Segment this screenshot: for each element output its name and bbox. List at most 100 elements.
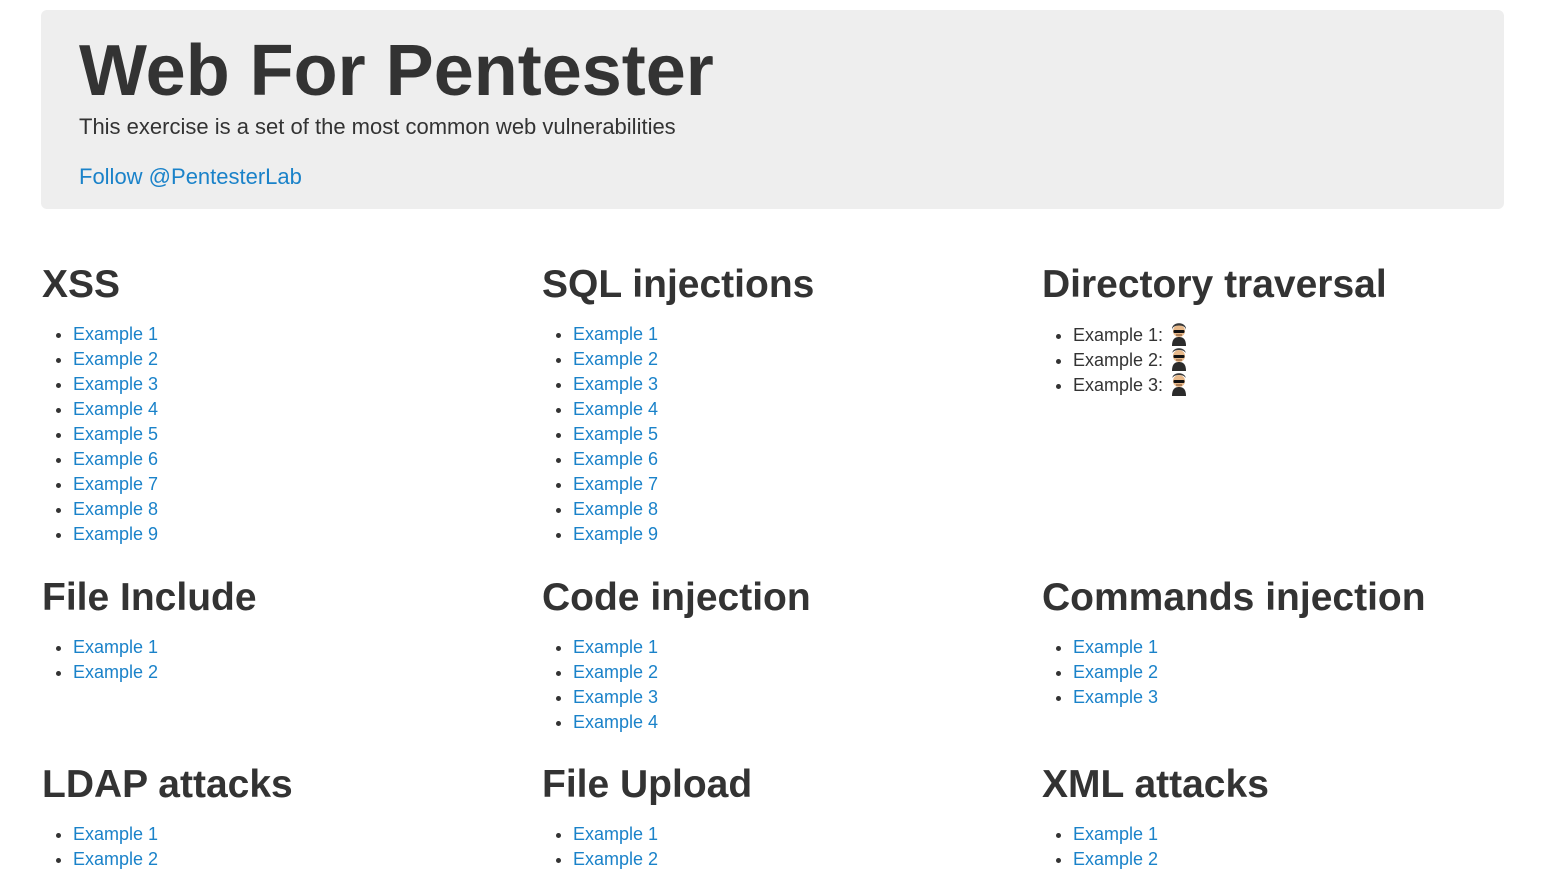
section-title: XML attacks — [1042, 763, 1269, 806]
example-list: Example 1 Example 2 — [1042, 822, 1502, 872]
list-item: Example 2 — [573, 660, 1002, 685]
sqli-example-5-link[interactable]: Example 5 — [573, 424, 658, 444]
hacker-icon — [1172, 323, 1187, 346]
section-ldap-attacks: LDAP attacks Example 1 Example 2 — [42, 762, 502, 872]
xss-example-1-link[interactable]: Example 1 — [73, 324, 158, 344]
xss-example-8-link[interactable]: Example 8 — [73, 499, 158, 519]
codeinj-example-3-link[interactable]: Example 3 — [573, 687, 658, 707]
cmdinj-example-1-link[interactable]: Example 1 — [1073, 637, 1158, 657]
page-subtitle: This exercise is a set of the most commo… — [79, 114, 676, 139]
list-item: Example 4 — [73, 397, 502, 422]
upload-example-1-link[interactable]: Example 1 — [573, 824, 658, 844]
traversal-example-2-label: Example 2: — [1073, 350, 1164, 370]
list-item: Example 2 — [73, 347, 502, 372]
example-list: Example 1 Example 2 Example 3 Example 4 — [542, 635, 1002, 735]
page-title: Web For Pentester — [79, 31, 714, 111]
xss-example-5-link[interactable]: Example 5 — [73, 424, 158, 444]
list-item: Example 3 — [573, 685, 1002, 710]
list-item: Example 1 — [1073, 822, 1502, 847]
section-title: Directory traversal — [1042, 263, 1387, 306]
list-item: Example 7 — [573, 472, 1002, 497]
upload-example-2-link[interactable]: Example 2 — [573, 849, 658, 869]
hacker-icon — [1172, 373, 1187, 396]
list-item: Example 8 — [573, 497, 1002, 522]
sqli-example-7-link[interactable]: Example 7 — [573, 474, 658, 494]
example-list: Example 1 Example 2 — [42, 822, 502, 872]
example-list: Example 1 Example 2 Example 3 Example 4 … — [42, 322, 502, 547]
xss-example-3-link[interactable]: Example 3 — [73, 374, 158, 394]
xss-example-2-link[interactable]: Example 2 — [73, 349, 158, 369]
list-item: Example 3 — [73, 372, 502, 397]
list-item: Example 3 — [573, 372, 1002, 397]
section-commands-injection: Commands injection Example 1 Example 2 E… — [1042, 575, 1502, 710]
sqli-example-2-link[interactable]: Example 2 — [573, 349, 658, 369]
list-item: Example 3: — [1073, 372, 1502, 397]
example-list: Example 1 Example 2 — [42, 635, 502, 685]
list-item: Example 2 — [573, 347, 1002, 372]
section-file-upload: File Upload Example 1 Example 2 — [542, 762, 1002, 872]
section-code-injection: Code injection Example 1 Example 2 Examp… — [542, 575, 1002, 735]
list-item: Example 1 — [73, 635, 502, 660]
list-item: Example 1 — [573, 635, 1002, 660]
list-item: Example 2 — [573, 847, 1002, 872]
example-list: Example 1 Example 2 Example 3 Example 4 … — [542, 322, 1002, 547]
example-list: Example 1 Example 2 — [542, 822, 1002, 872]
list-item: Example 4 — [573, 710, 1002, 735]
sqli-example-9-link[interactable]: Example 9 — [573, 524, 658, 544]
section-title: SQL injections — [542, 263, 815, 306]
list-item: Example 6 — [73, 447, 502, 472]
section-title: LDAP attacks — [42, 763, 293, 806]
sqli-example-6-link[interactable]: Example 6 — [573, 449, 658, 469]
ldap-example-1-link[interactable]: Example 1 — [73, 824, 158, 844]
list-item: Example 9 — [73, 522, 502, 547]
fileinclude-example-2-link[interactable]: Example 2 — [73, 662, 158, 682]
list-item: Example 2 — [1073, 660, 1502, 685]
xss-example-4-link[interactable]: Example 4 — [73, 399, 158, 419]
list-item: Example 8 — [73, 497, 502, 522]
section-xss: XSS Example 1 Example 2 Example 3 Exampl… — [42, 262, 502, 547]
section-file-include: File Include Example 1 Example 2 — [42, 575, 502, 685]
section-title: File Upload — [542, 763, 753, 806]
section-title: Commands injection — [1042, 576, 1426, 619]
section-title: File Include — [42, 576, 257, 619]
list-item: Example 5 — [73, 422, 502, 447]
list-item: Example 1 — [573, 322, 1002, 347]
codeinj-example-2-link[interactable]: Example 2 — [573, 662, 658, 682]
sqli-example-1-link[interactable]: Example 1 — [573, 324, 658, 344]
list-item: Example 1 — [573, 822, 1002, 847]
cmdinj-example-2-link[interactable]: Example 2 — [1073, 662, 1158, 682]
xml-example-2-link[interactable]: Example 2 — [1073, 849, 1158, 869]
traversal-example-1-label: Example 1: — [1073, 325, 1164, 345]
xml-example-1-link[interactable]: Example 1 — [1073, 824, 1158, 844]
list-item: Example 2 — [1073, 847, 1502, 872]
hero-banner: Web For Pentester This exercise is a set… — [41, 10, 1504, 209]
list-item: Example 1: — [1073, 322, 1502, 347]
list-item: Example 2 — [73, 847, 502, 872]
list-item: Example 1 — [73, 322, 502, 347]
codeinj-example-1-link[interactable]: Example 1 — [573, 637, 658, 657]
sqli-example-3-link[interactable]: Example 3 — [573, 374, 658, 394]
sqli-example-8-link[interactable]: Example 8 — [573, 499, 658, 519]
example-list: Example 1: Example 2: Example 3: — [1042, 322, 1502, 397]
sqli-example-4-link[interactable]: Example 4 — [573, 399, 658, 419]
example-list: Example 1 Example 2 Example 3 — [1042, 635, 1502, 710]
section-directory-traversal: Directory traversal Example 1: Example 2… — [1042, 262, 1502, 397]
hacker-icon — [1172, 348, 1187, 371]
traversal-example-3-label: Example 3: — [1073, 375, 1164, 395]
list-item: Example 2: — [1073, 347, 1502, 372]
xss-example-7-link[interactable]: Example 7 — [73, 474, 158, 494]
xss-example-6-link[interactable]: Example 6 — [73, 449, 158, 469]
section-title: Code injection — [542, 576, 811, 619]
list-item: Example 5 — [573, 422, 1002, 447]
list-item: Example 7 — [73, 472, 502, 497]
xss-example-9-link[interactable]: Example 9 — [73, 524, 158, 544]
fileinclude-example-1-link[interactable]: Example 1 — [73, 637, 158, 657]
list-item: Example 3 — [1073, 685, 1502, 710]
section-xml-attacks: XML attacks Example 1 Example 2 — [1042, 762, 1502, 872]
cmdinj-example-3-link[interactable]: Example 3 — [1073, 687, 1158, 707]
codeinj-example-4-link[interactable]: Example 4 — [573, 712, 658, 732]
list-item: Example 2 — [73, 660, 502, 685]
list-item: Example 9 — [573, 522, 1002, 547]
ldap-example-2-link[interactable]: Example 2 — [73, 849, 158, 869]
follow-link[interactable]: Follow @PentesterLab — [79, 164, 302, 190]
